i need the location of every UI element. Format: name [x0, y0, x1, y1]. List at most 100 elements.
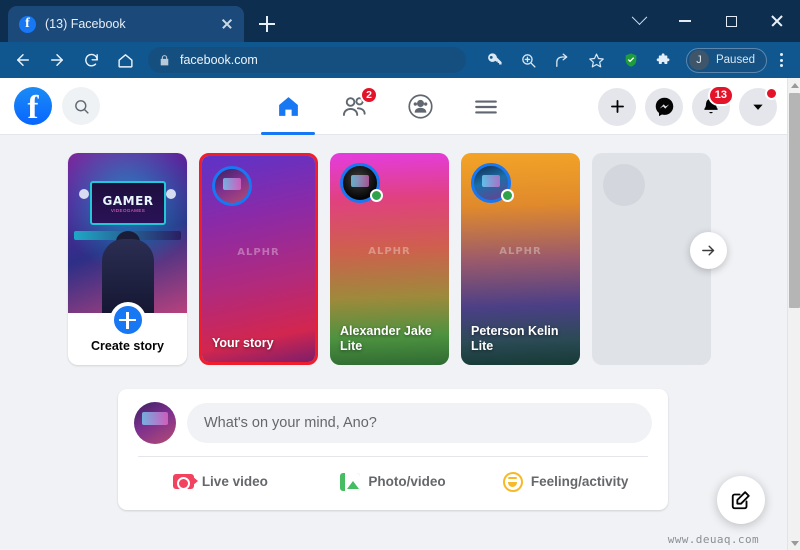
create-button[interactable] — [598, 87, 636, 126]
online-status-dot — [370, 189, 383, 202]
address-bar-url: facebook.com — [180, 53, 258, 67]
notifications-button[interactable]: 13 — [692, 84, 734, 126]
thumb-orb-right — [166, 189, 176, 199]
story-label: Alexander Jake Lite — [340, 323, 432, 354]
stories-next-button[interactable] — [690, 232, 727, 269]
composer-action-photo-video[interactable]: Photo/video — [307, 463, 480, 500]
account-alert-dot — [765, 86, 778, 100]
composer-actions: Live video Photo/video Feeling/activity — [134, 457, 652, 502]
scrollbar-thumb[interactable] — [789, 93, 800, 308]
nav-tab-menu[interactable] — [453, 78, 519, 135]
browser-window: f (13) Facebook facebook.com J Paused f … — [0, 0, 800, 550]
extensions-puzzle-icon[interactable] — [650, 45, 680, 75]
new-tab-button[interactable] — [254, 11, 280, 37]
composer-action-live-video[interactable]: Live video — [134, 463, 307, 500]
scroll-down-arrow-icon[interactable] — [788, 536, 800, 550]
story-card-alexander-jake-lite[interactable]: ALPHR Alexander Jake Lite — [330, 153, 449, 365]
groups-icon — [407, 94, 433, 119]
search-button[interactable] — [62, 87, 100, 125]
browser-profile-chip[interactable]: J Paused — [685, 47, 767, 73]
maximize-button[interactable] — [708, 0, 754, 42]
nav-tab-friends[interactable]: 2 — [321, 78, 387, 135]
tab-close-icon[interactable] — [218, 15, 236, 33]
live-video-icon — [172, 474, 198, 490]
site-watermark: www.deuaq.com — [667, 533, 759, 546]
composer-input[interactable]: What's on your mind, Ano? — [187, 403, 652, 443]
facebook-header: f 2 13 — [0, 78, 787, 135]
story-card-peterson-kelin-lite[interactable]: ALPHR Peterson Kelin Lite — [461, 153, 580, 365]
account-menu-button[interactable] — [739, 86, 778, 126]
scroll-up-arrow-icon[interactable] — [788, 78, 800, 92]
shield-icon[interactable] — [616, 45, 646, 75]
story-card-your-story[interactable]: ALPHR Your story — [199, 153, 318, 365]
story-avatar-placeholder — [603, 164, 645, 206]
arrow-right-icon — [702, 245, 715, 256]
facebook-logo-letter: f — [27, 90, 39, 126]
create-story-thumbnail: GAMER VIDEOGAMES — [68, 153, 187, 313]
header-left: f — [0, 87, 100, 125]
friends-badge: 2 — [360, 86, 378, 104]
browser-tab-facebook[interactable]: f (13) Facebook — [8, 6, 244, 42]
composer-action-label: Feeling/activity — [530, 474, 629, 489]
reload-icon[interactable] — [76, 45, 106, 75]
header-nav-tabs: 2 — [255, 78, 519, 135]
tab-search-chevron-icon[interactable] — [616, 0, 662, 42]
post-composer: What's on your mind, Ano? Live video Pho… — [118, 389, 668, 510]
thumb-monitor-subtext: VIDEOGAMES — [110, 207, 146, 213]
stories-row: GAMER VIDEOGAMES Create story ALPHR Your… — [0, 135, 787, 365]
online-status-dot — [501, 189, 514, 202]
feeling-activity-icon — [502, 471, 523, 492]
tab-title: (13) Facebook — [45, 17, 126, 31]
kebab-menu-icon[interactable] — [770, 49, 792, 71]
messenger-icon — [655, 97, 673, 117]
browser-toolbar: facebook.com J Paused — [0, 42, 800, 78]
address-bar[interactable]: facebook.com — [148, 47, 466, 73]
facebook-logo-icon[interactable]: f — [14, 87, 52, 125]
story-label: Peterson Kelin Lite — [471, 323, 559, 354]
messenger-button[interactable] — [645, 87, 683, 126]
create-story-label: Create story — [91, 339, 164, 353]
thumb-monitor: GAMER VIDEOGAMES — [90, 181, 166, 225]
back-arrow-icon[interactable] — [8, 45, 38, 75]
page-viewport: f 2 13 GAMER VIDEOGAMES Create story ALP… — [0, 78, 787, 550]
profile-status-label: Paused — [715, 54, 755, 66]
story-watermark: ALPHR — [237, 246, 280, 258]
favicon-letter: f — [25, 15, 30, 31]
profile-avatar-initial: J — [688, 50, 709, 70]
browser-chrome: f (13) Facebook facebook.com J Paused — [0, 0, 800, 78]
photo-video-icon — [340, 472, 361, 491]
notifications-badge: 13 — [707, 84, 734, 106]
nav-tab-home[interactable] — [255, 78, 321, 135]
window-controls — [616, 0, 800, 42]
chevron-down-icon — [753, 104, 763, 110]
story-avatar — [212, 166, 252, 206]
story-card-create[interactable]: GAMER VIDEOGAMES Create story — [68, 153, 187, 365]
lock-icon — [160, 54, 169, 65]
header-right-actions: 13 — [598, 78, 778, 135]
tab-strip: f (13) Facebook — [0, 0, 800, 42]
home-icon[interactable] — [110, 45, 140, 75]
composer-user-avatar[interactable] — [134, 402, 176, 444]
search-icon — [74, 99, 89, 114]
home-icon — [278, 97, 298, 116]
story-label: Your story — [212, 336, 274, 351]
page-scrollbar[interactable] — [787, 78, 800, 550]
composer-placeholder: What's on your mind, Ano? — [204, 415, 377, 431]
share-icon[interactable] — [548, 45, 578, 75]
compose-fab-button[interactable] — [717, 476, 765, 524]
zoom-search-icon[interactable] — [514, 45, 544, 75]
forward-arrow-icon[interactable] — [42, 45, 72, 75]
composer-action-feeling-activity[interactable]: Feeling/activity — [479, 463, 652, 500]
key-icon[interactable] — [480, 45, 510, 75]
composer-action-label: Photo/video — [368, 474, 446, 489]
close-window-button[interactable] — [754, 0, 800, 42]
facebook-favicon-icon: f — [19, 15, 36, 33]
thumb-monitor-text: GAMER — [102, 193, 154, 208]
hamburger-menu-icon — [475, 100, 497, 113]
toolbar-right-icons: J Paused — [472, 45, 800, 75]
story-watermark: ALPHR — [368, 246, 411, 258]
plus-icon — [610, 100, 624, 113]
minimize-button[interactable] — [662, 0, 708, 42]
star-icon[interactable] — [582, 45, 612, 75]
nav-tab-groups[interactable] — [387, 78, 453, 135]
